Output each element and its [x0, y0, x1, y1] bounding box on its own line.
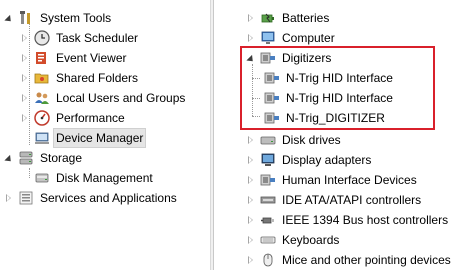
device-category-label: Disk drives	[282, 133, 341, 147]
device-category-label: Digitizers	[282, 51, 332, 65]
tree-item-label: Shared Folders	[56, 71, 139, 85]
device-item-ntrig-hid-2[interactable]: N-Trig HID Interface	[264, 88, 395, 108]
battery-icon	[260, 10, 276, 26]
device-category-label: Batteries	[282, 11, 330, 25]
expand-arrow-icon[interactable]	[20, 53, 30, 63]
device-category-keyboards[interactable]: Keyboards	[246, 230, 341, 250]
tree-connector	[252, 116, 260, 117]
expand-arrow-icon[interactable]	[20, 73, 30, 83]
tree-connector	[252, 64, 253, 116]
tree-item-label: Performance	[56, 111, 125, 125]
device-category-label: Mice and other pointing devices	[282, 253, 451, 267]
expand-arrow-icon[interactable]	[246, 155, 256, 165]
storage-icon	[18, 150, 34, 166]
device-category-batteries[interactable]: Batteries	[246, 8, 331, 28]
tree-item-label: Storage	[40, 151, 83, 165]
expand-arrow-icon[interactable]	[246, 135, 256, 145]
expand-arrow-icon[interactable]	[20, 93, 30, 103]
ide-controller-icon	[260, 192, 276, 208]
device-category-label: Computer	[282, 31, 335, 45]
tools-icon	[18, 10, 34, 26]
tree-item-system-tools[interactable]: System Tools	[4, 8, 113, 28]
tree-item-disk-management[interactable]: Disk Management	[20, 168, 155, 188]
device-item-label: N-Trig_DIGITIZER	[286, 111, 385, 125]
device-category-label: IEEE 1394 Bus host controllers	[282, 213, 449, 227]
mouse-icon	[260, 252, 276, 268]
tree-connector	[252, 98, 260, 99]
disk-management-icon	[34, 170, 50, 186]
expand-arrow-icon[interactable]	[246, 235, 256, 245]
tree-item-label: Event Viewer	[56, 51, 127, 65]
expand-arrow-icon[interactable]	[246, 255, 256, 265]
tree-item-services-applications[interactable]: Services and Applications	[4, 188, 179, 208]
tree-item-event-viewer[interactable]: Event Viewer	[20, 48, 128, 68]
expand-arrow-icon[interactable]	[246, 33, 256, 43]
device-category-label: Human Interface Devices	[282, 173, 417, 187]
event-viewer-icon	[34, 50, 50, 66]
tree-item-label: Disk Management	[56, 171, 153, 185]
device-category-mice[interactable]: Mice and other pointing devices	[246, 250, 453, 270]
device-category-display-adapters[interactable]: Display adapters	[246, 150, 373, 170]
tree-item-label: System Tools	[40, 11, 112, 25]
hid-icon	[264, 70, 280, 86]
ieee1394-icon	[260, 212, 276, 228]
expand-arrow-icon[interactable]	[246, 175, 256, 185]
device-category-computer[interactable]: Computer	[246, 28, 337, 48]
tree-item-shared-folders[interactable]: Shared Folders	[20, 68, 140, 88]
hid-icon	[260, 50, 276, 66]
device-item-ntrig-hid-1[interactable]: N-Trig HID Interface	[264, 68, 395, 88]
device-category-digitizers[interactable]: Digitizers	[246, 48, 333, 68]
clock-icon	[34, 30, 50, 46]
tree-item-local-users[interactable]: Local Users and Groups	[20, 88, 187, 108]
device-category-label: Display adapters	[282, 153, 372, 167]
disk-drive-icon	[260, 132, 276, 148]
expand-arrow-icon[interactable]	[246, 53, 256, 63]
tree-item-label: Services and Applications	[40, 191, 177, 205]
tree-item-label: Task Scheduler	[56, 31, 139, 45]
tree-item-label: Local Users and Groups	[56, 91, 186, 105]
device-tree: Batteries Computer Digitizers N-Trig HID…	[214, 0, 473, 270]
hid-icon	[260, 172, 276, 188]
device-item-ntrig-digitizer[interactable]: N-Trig_DIGITIZER	[264, 108, 387, 128]
computer-icon	[260, 30, 276, 46]
tree-item-label: Device Manager	[52, 128, 147, 148]
keyboard-icon	[260, 232, 276, 248]
device-item-label: N-Trig HID Interface	[286, 71, 393, 85]
expand-arrow-icon[interactable]	[246, 195, 256, 205]
expand-arrow-icon[interactable]	[246, 13, 256, 23]
expand-arrow-icon[interactable]	[20, 33, 30, 43]
expand-arrow-icon[interactable]	[4, 153, 14, 163]
device-category-label: IDE ATA/ATAPI controllers	[282, 193, 422, 207]
hid-icon	[264, 110, 280, 126]
services-icon	[18, 190, 34, 206]
device-category-hid[interactable]: Human Interface Devices	[246, 170, 419, 190]
performance-icon	[34, 110, 50, 126]
tree-item-device-manager[interactable]: Device Manager	[20, 128, 147, 148]
tree-item-performance[interactable]: Performance	[20, 108, 127, 128]
expand-arrow-icon[interactable]	[246, 215, 256, 225]
users-icon	[34, 90, 50, 106]
hid-icon	[264, 90, 280, 106]
device-category-ieee1394[interactable]: IEEE 1394 Bus host controllers	[246, 210, 450, 230]
device-category-label: Keyboards	[282, 233, 340, 247]
expand-arrow-icon[interactable]	[20, 113, 30, 123]
console-tree: System Tools Task Scheduler Event Viewer…	[0, 0, 210, 270]
device-manager-icon	[34, 130, 50, 146]
device-category-disk-drives[interactable]: Disk drives	[246, 130, 343, 150]
device-item-label: N-Trig HID Interface	[286, 91, 393, 105]
tree-item-task-scheduler[interactable]: Task Scheduler	[20, 28, 140, 48]
shared-folders-icon	[34, 70, 50, 86]
tree-connector	[252, 78, 260, 79]
expand-arrow-icon[interactable]	[4, 193, 14, 203]
monitor-icon	[260, 152, 276, 168]
expand-arrow-icon[interactable]	[4, 13, 14, 23]
tree-item-storage[interactable]: Storage	[4, 148, 84, 168]
device-category-ide[interactable]: IDE ATA/ATAPI controllers	[246, 190, 423, 210]
